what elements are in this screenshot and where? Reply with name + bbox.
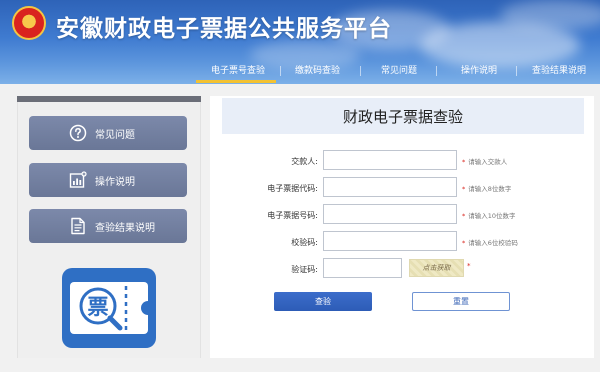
nav-divider <box>436 66 437 76</box>
national-emblem-icon <box>12 6 46 40</box>
check-code-hint: * 请输入6位校验码 <box>462 239 518 247</box>
document-icon <box>71 217 85 235</box>
question-circle-icon <box>69 124 87 142</box>
nav-divider <box>280 66 281 76</box>
sidebar-button-instructions[interactable]: 操作说明 <box>29 163 187 197</box>
check-code-input[interactable] <box>323 231 457 251</box>
ticket-number-label: 电子票据号码: <box>267 211 318 220</box>
active-tab-underline <box>196 80 276 83</box>
reset-button[interactable]: 重置 <box>412 292 510 311</box>
nav-tab-result-explanation[interactable]: 查验结果说明 <box>532 63 586 76</box>
captcha-image[interactable]: 点击获取 <box>409 259 464 277</box>
nav-divider <box>516 66 517 76</box>
payer-label: 交款人: <box>291 157 318 166</box>
ticket-number-hint: * 请输入10位数字 <box>462 212 516 220</box>
ticket-search-icon: 票 <box>62 268 156 348</box>
captcha-required-mark: * <box>467 262 471 270</box>
ticket-code-input[interactable] <box>323 177 457 197</box>
captcha-label: 验证码: <box>291 265 318 274</box>
site-title: 安徽财政电子票据公共服务平台 <box>56 16 392 42</box>
captcha-input[interactable] <box>323 258 402 278</box>
query-panel <box>210 96 594 358</box>
form-title: 财政电子票据查验 <box>342 108 463 126</box>
chart-instructions-icon <box>69 171 87 188</box>
sidebar-button-label: 常见问题 <box>95 130 135 141</box>
ticket-code-label: 电子票据代码: <box>267 184 318 193</box>
sidebar-top-bar <box>17 96 201 102</box>
nav-tab-instructions[interactable]: 操作说明 <box>461 63 497 76</box>
payer-hint: * 请输入交款人 <box>462 158 508 166</box>
nav-tab-faq[interactable]: 常见问题 <box>381 63 417 76</box>
ticket-number-input[interactable] <box>323 204 457 224</box>
nav-tab-payment-code-check[interactable]: 缴款码查验 <box>295 63 340 76</box>
top-nav: 电子票号查验 缴款码查验 常见问题 操作说明 查验结果说明 <box>0 58 600 84</box>
query-button[interactable]: 查验 <box>274 292 372 311</box>
sidebar-button-faq[interactable]: 常见问题 <box>29 116 187 150</box>
nav-divider <box>360 66 361 76</box>
sidebar-button-label: 查验结果说明 <box>95 223 155 234</box>
nav-tab-ticket-number-check[interactable]: 电子票号查验 <box>211 63 265 76</box>
sidebar-button-label: 操作说明 <box>95 177 135 188</box>
ticket-glyph: 票 <box>88 295 109 319</box>
sidebar-button-result-explanation[interactable]: 查验结果说明 <box>29 209 187 243</box>
ticket-code-hint: * 请输入8位数字 <box>462 185 512 193</box>
check-code-label: 校验码: <box>291 238 318 247</box>
payer-input[interactable] <box>323 150 457 170</box>
